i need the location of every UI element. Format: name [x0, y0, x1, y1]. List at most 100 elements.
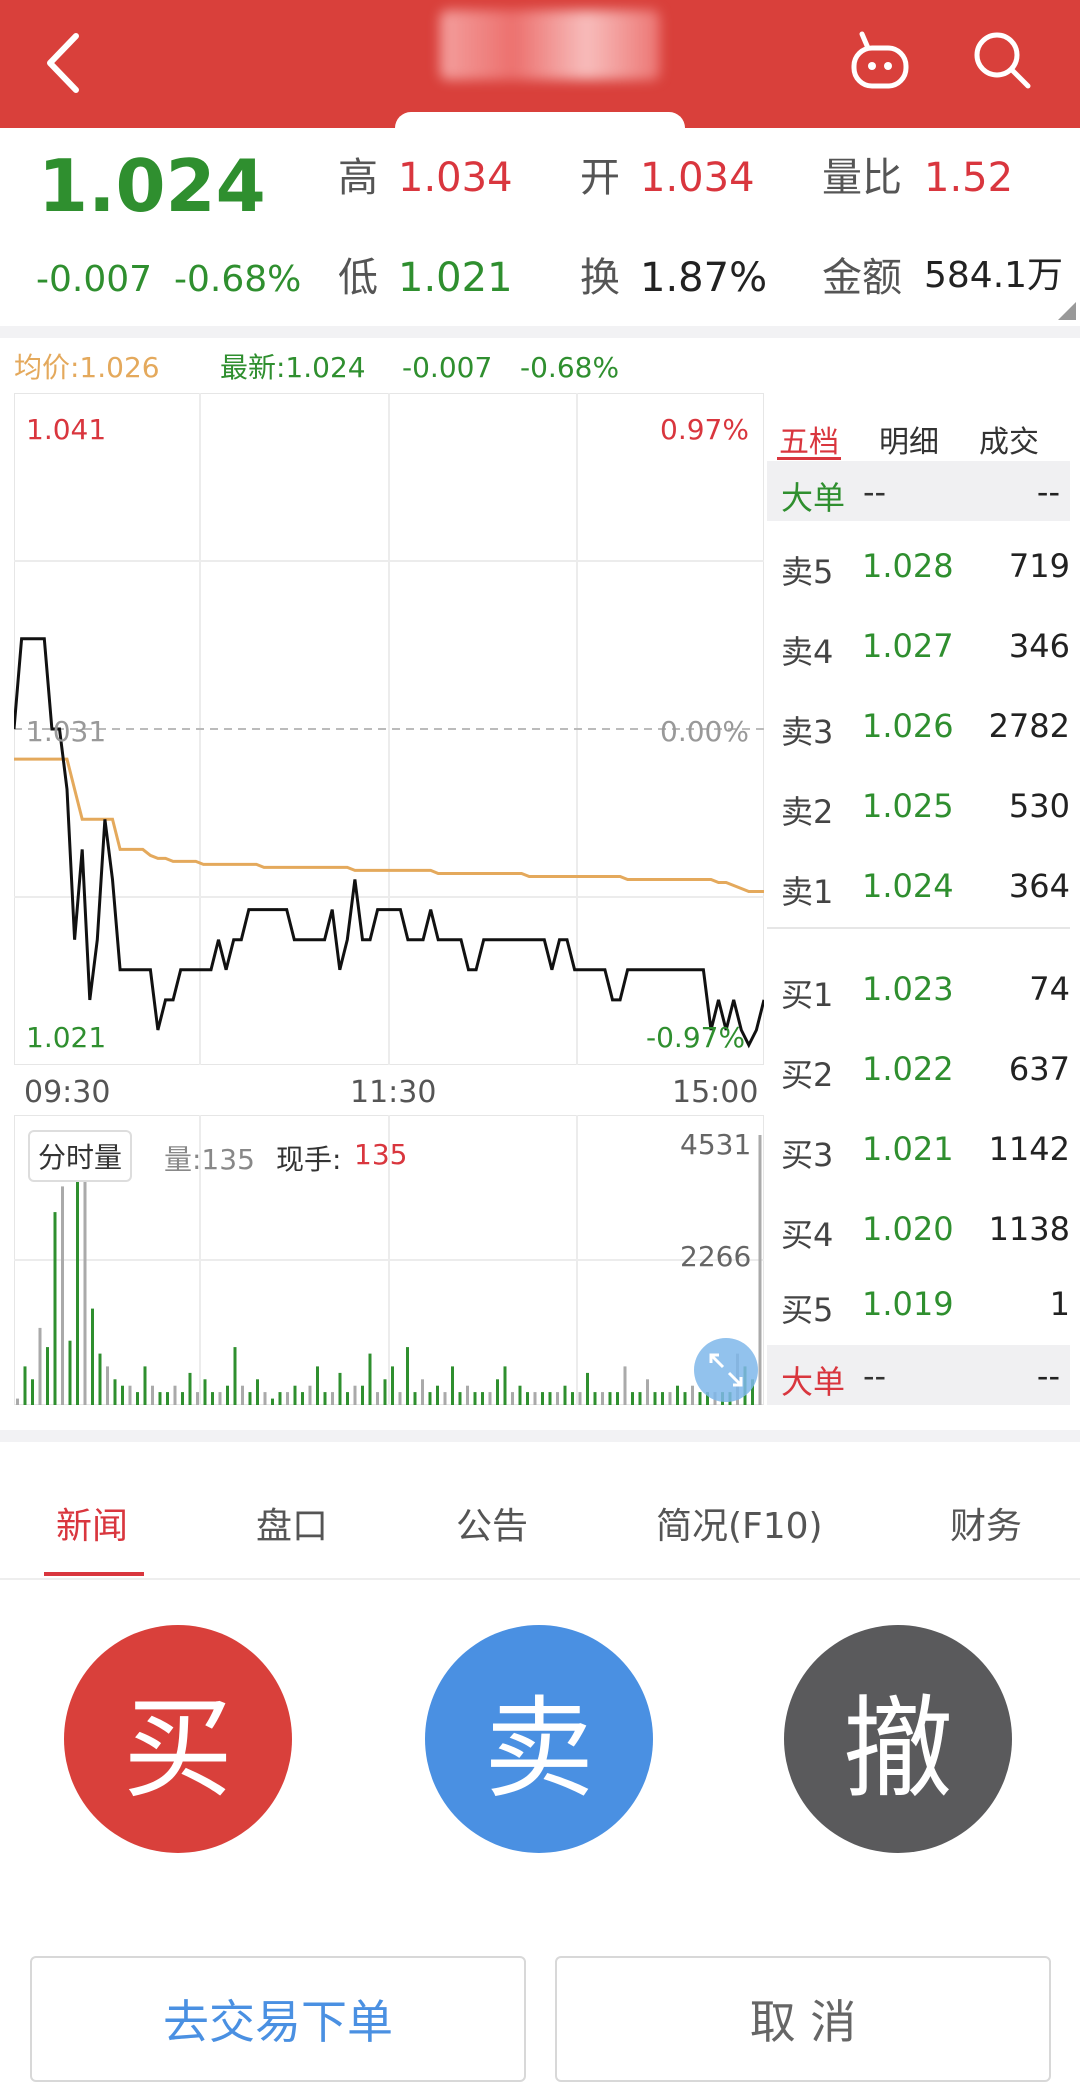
volume-bar: [286, 1392, 289, 1405]
level-price: 1.025: [862, 787, 954, 825]
big-order-b: --: [1036, 473, 1060, 511]
price-change: -0.007: [36, 259, 153, 300]
level-price: 1.027: [862, 627, 954, 665]
low-value: 1.021: [398, 255, 513, 301]
volume-bar: [376, 1392, 379, 1405]
expand-icon[interactable]: [693, 1337, 759, 1403]
sell-row[interactable]: 卖4 1.027 346: [767, 615, 1070, 675]
level-label: 卖3: [781, 713, 834, 751]
tab-deals[interactable]: 成交: [979, 417, 1039, 461]
volume-bar: [31, 1379, 34, 1405]
volume-bar: [16, 1398, 19, 1405]
cancel-order-button[interactable]: 撤: [784, 1625, 1012, 1853]
buy-row[interactable]: 买1 1.023 74: [767, 958, 1070, 1018]
level-volume: 364: [1008, 867, 1070, 905]
volume-bar: [593, 1392, 597, 1405]
app-header: [0, 0, 1080, 128]
volume-bar: [383, 1379, 387, 1405]
amount-label: 金额: [822, 255, 902, 301]
header-notch: [395, 112, 685, 128]
tab-profile-f10[interactable]: 简况(F10): [656, 1497, 823, 1549]
volume-bar: [301, 1392, 304, 1405]
level-volume: 637: [1008, 1050, 1070, 1088]
intraday-price-chart[interactable]: [14, 393, 764, 1065]
level-price: 1.028: [862, 547, 954, 585]
hand-value: 135: [354, 1138, 408, 1171]
volume-ratio-value: 1.52: [924, 155, 1014, 201]
volume-bar: [466, 1385, 469, 1405]
volume-bar: [151, 1385, 154, 1405]
volume-bar: [68, 1340, 72, 1405]
buy-row[interactable]: 买5 1.019 1: [767, 1273, 1070, 1333]
cancel-button[interactable]: 取 消: [555, 1956, 1051, 2082]
volume-ratio-label: 量比: [822, 155, 902, 201]
search-icon[interactable]: [970, 28, 1034, 92]
level-volume: 1142: [988, 1130, 1070, 1168]
pct-mid-label: 0.00%: [660, 715, 749, 748]
level-label: 卖1: [781, 873, 834, 911]
amount-value: 584.1万: [924, 255, 1064, 296]
price-change-pct: -0.68%: [174, 259, 302, 300]
tab-news[interactable]: 新闻: [56, 1497, 128, 1549]
volume-bar: [391, 1366, 394, 1405]
volume-bar: [503, 1366, 507, 1405]
tab-five-level[interactable]: 五档: [779, 417, 839, 461]
level-price: 1.020: [862, 1210, 954, 1248]
latest-pct-text: -0.68%: [520, 351, 620, 384]
volume-bar: [668, 1392, 672, 1405]
buy-row[interactable]: 买2 1.022 637: [767, 1038, 1070, 1098]
volume-bar: [278, 1392, 282, 1405]
sell-row[interactable]: 卖2 1.025 530: [767, 775, 1070, 835]
tab-order-book[interactable]: 盘口: [256, 1497, 328, 1549]
sell-row[interactable]: 卖1 1.024 364: [767, 855, 1070, 915]
low-label: 低: [338, 255, 378, 301]
level-price: 1.024: [862, 867, 954, 905]
sell-button[interactable]: 卖: [425, 1625, 653, 1853]
volume-bar: [413, 1392, 417, 1405]
level-volume: 1: [1049, 1285, 1070, 1323]
volume-bar: [353, 1385, 357, 1405]
volume-bar: [196, 1392, 199, 1405]
pct-min-label: -0.97%: [646, 1021, 746, 1054]
volume-bar: [586, 1372, 589, 1405]
buy-row[interactable]: 买4 1.020 1138: [767, 1198, 1070, 1258]
high-value: 1.034: [398, 155, 513, 201]
volume-bar: [361, 1385, 364, 1405]
vol-mid-label: 2266: [680, 1240, 752, 1273]
volume-bar: [256, 1379, 259, 1405]
volume-bar: [443, 1392, 447, 1405]
turnover-value: 1.87%: [640, 255, 768, 301]
big-order-a: --: [863, 1357, 887, 1395]
volume-bar: [541, 1392, 544, 1405]
tab-detail[interactable]: 明细: [879, 417, 939, 461]
level-label: 买3: [781, 1136, 834, 1174]
open-value: 1.034: [640, 155, 755, 201]
volume-bar: [98, 1353, 102, 1405]
volume-bar: [601, 1392, 604, 1405]
buy-row[interactable]: 买3 1.021 1142: [767, 1118, 1070, 1178]
level-volume: 74: [1029, 970, 1070, 1008]
chevron-left-icon[interactable]: [38, 28, 88, 98]
volume-bar: [136, 1392, 139, 1405]
volume-bar: [293, 1385, 297, 1405]
sell-row[interactable]: 卖5 1.028 719: [767, 535, 1070, 595]
robot-icon[interactable]: [848, 28, 912, 92]
volume-bar: [638, 1392, 642, 1405]
go-trade-button[interactable]: 去交易下单: [30, 1956, 526, 2082]
volume-bar: [308, 1385, 312, 1405]
volume-bar: [106, 1366, 109, 1405]
tab-finance[interactable]: 财务: [950, 1497, 1022, 1549]
high-label: 高: [338, 155, 378, 201]
y-max-label: 1.041: [26, 413, 107, 446]
tab-announcements[interactable]: 公告: [456, 1497, 528, 1549]
active-tab-indicator: [777, 457, 841, 460]
level-label: 买5: [781, 1291, 834, 1329]
volume-mode-button[interactable]: 分时量: [28, 1130, 133, 1182]
volume-bar: [578, 1392, 582, 1405]
open-label: 开: [580, 155, 620, 201]
volume-bar: [323, 1392, 327, 1405]
volume-bar: [128, 1385, 132, 1405]
level-price: 1.021: [862, 1130, 954, 1168]
sell-row[interactable]: 卖3 1.026 2782: [767, 695, 1070, 755]
buy-button[interactable]: 买: [64, 1625, 292, 1853]
